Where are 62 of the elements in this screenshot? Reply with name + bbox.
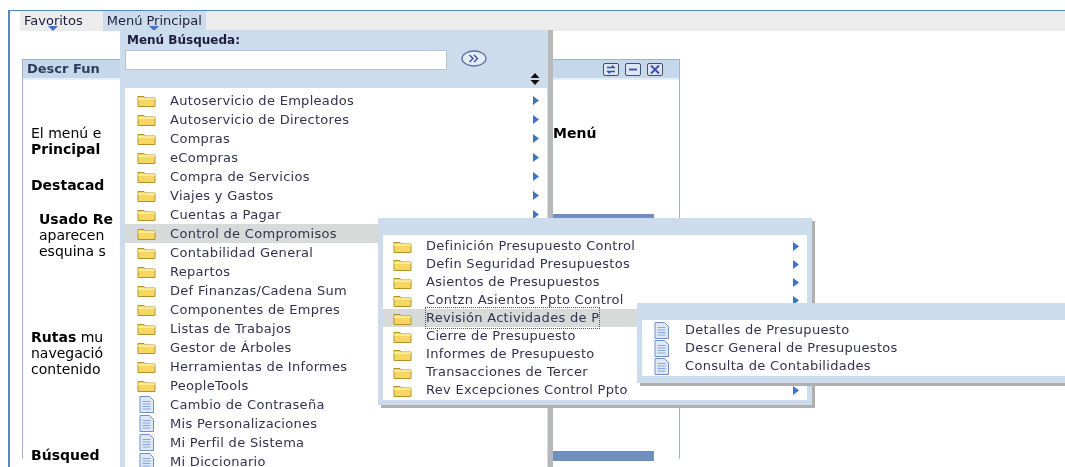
- document-icon: [654, 339, 669, 357]
- document-icon: [139, 434, 154, 451]
- panel-text: Menú: [553, 125, 597, 141]
- arrow-icon: [793, 385, 799, 395]
- panel-text: Usado Re: [39, 211, 113, 227]
- folder-icon: [393, 275, 412, 289]
- folder-icon: [393, 239, 412, 253]
- panel-text: navegació: [31, 345, 103, 361]
- folder-icon: [393, 329, 412, 343]
- arrow-icon: [533, 172, 539, 181]
- document-icon: [139, 453, 154, 467]
- menu-tab[interactable]: Favoritos: [20, 11, 87, 31]
- folder-icon: [393, 257, 412, 271]
- folder-icon: [137, 170, 156, 183]
- folder-icon: [137, 94, 156, 107]
- search-field[interactable]: [125, 50, 447, 70]
- arrow-icon: [533, 115, 539, 124]
- caret-icon: [48, 26, 59, 31]
- folder-icon: [137, 246, 156, 259]
- panel-text: Principal: [31, 141, 101, 157]
- folder-icon: [137, 322, 156, 335]
- panel-text: aparecen: [39, 227, 105, 243]
- menu-tab[interactable]: Menú Principal: [102, 11, 206, 31]
- arrow-icon: [533, 210, 539, 219]
- document-icon: [654, 357, 669, 375]
- panel-text: El menú e: [31, 125, 102, 141]
- folder-icon: [137, 132, 156, 145]
- arrow-icon: [533, 153, 539, 162]
- folder-icon: [137, 151, 156, 164]
- panel-text: Destacad: [31, 177, 105, 193]
- folder-icon: [137, 208, 156, 221]
- folder-icon: [137, 265, 156, 278]
- folder-icon: [137, 360, 156, 373]
- folder-icon: [137, 113, 156, 126]
- sort-icon[interactable]: [530, 73, 540, 85]
- panel-text: contenido: [31, 361, 101, 377]
- folder-icon: [137, 227, 156, 240]
- panel-text: Rutas mu: [31, 329, 104, 345]
- panel-text: Búsqued: [31, 447, 100, 463]
- folder-icon: [393, 293, 412, 307]
- panel-text: esquina s: [39, 243, 106, 259]
- folder-icon: [393, 383, 412, 397]
- document-icon: [654, 321, 669, 339]
- folder-icon: [393, 347, 412, 361]
- panel-title: Descr Fun: [26, 60, 100, 79]
- folder-icon: [137, 189, 156, 202]
- folder-icon: [137, 284, 156, 297]
- close-icon[interactable]: [647, 63, 663, 76]
- go-button[interactable]: [461, 50, 487, 67]
- folder-icon: [137, 303, 156, 316]
- document-icon: [139, 396, 154, 413]
- document-icon: [139, 415, 154, 432]
- search-label: Menú Búsqueda:: [127, 33, 240, 47]
- arrow-icon: [533, 134, 539, 143]
- folder-icon: [137, 341, 156, 354]
- arrow-icon: [533, 191, 539, 200]
- folder-icon: [393, 311, 412, 325]
- folder-icon: [137, 379, 156, 392]
- arrow-icon: [533, 96, 539, 105]
- folder-icon: [393, 365, 412, 379]
- refresh-icon[interactable]: [603, 63, 619, 76]
- minimize-icon[interactable]: [625, 63, 641, 76]
